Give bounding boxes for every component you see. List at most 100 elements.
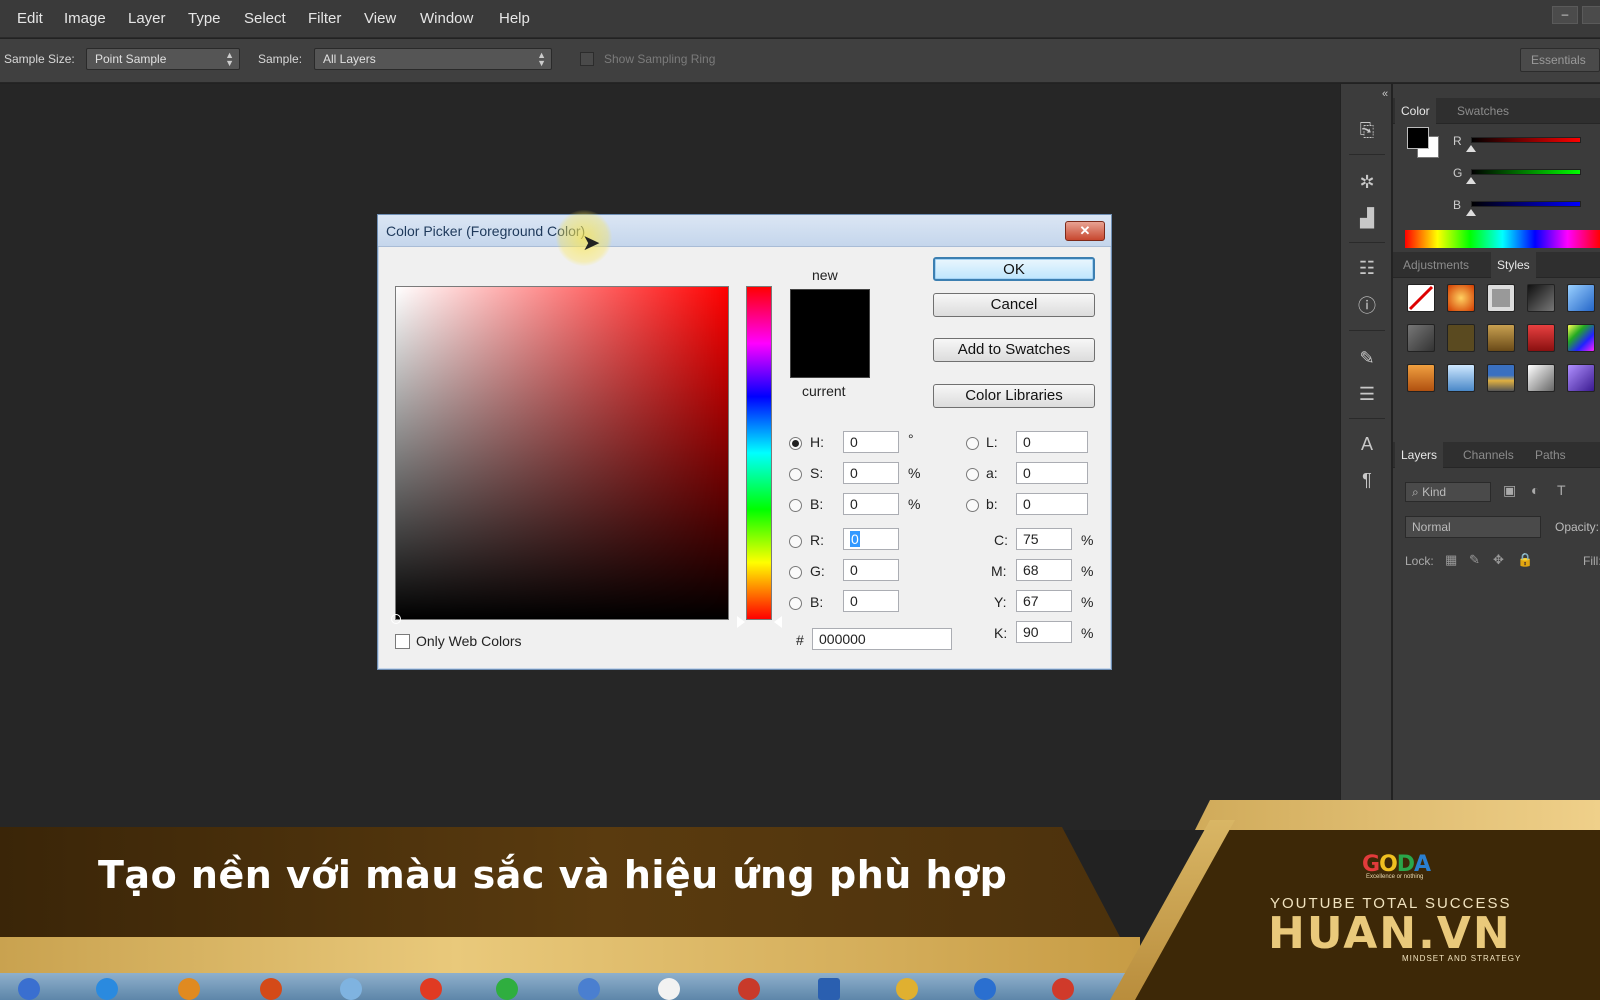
sampling-ring-checkbox[interactable] bbox=[580, 52, 594, 66]
blue-field[interactable]: 0 bbox=[843, 590, 899, 612]
green-field[interactable]: 0 bbox=[843, 559, 899, 581]
brightness-radio[interactable] bbox=[789, 499, 802, 512]
cancel-button[interactable]: Cancel bbox=[933, 293, 1095, 317]
menu-select[interactable]: Select bbox=[244, 10, 286, 27]
style-swatch[interactable] bbox=[1447, 364, 1475, 392]
lab-a-radio[interactable] bbox=[966, 468, 979, 481]
tab-adjustments[interactable]: Adjustments bbox=[1403, 258, 1469, 272]
style-swatch[interactable] bbox=[1527, 364, 1555, 392]
color-libraries-button[interactable]: Color Libraries bbox=[933, 384, 1095, 408]
style-swatch[interactable] bbox=[1407, 364, 1435, 392]
adjust-icon[interactable]: ☰ bbox=[1353, 380, 1381, 408]
style-swatch[interactable] bbox=[1447, 284, 1475, 312]
menu-help[interactable]: Help bbox=[499, 10, 530, 27]
style-swatch[interactable] bbox=[1567, 364, 1595, 392]
layer-filter-select[interactable]: ⌕ Kind bbox=[1405, 482, 1491, 502]
cyan-field[interactable]: 75 bbox=[1016, 528, 1072, 550]
style-swatch[interactable] bbox=[1487, 364, 1515, 392]
taskbar-app-icon[interactable] bbox=[738, 978, 760, 1000]
red-slider[interactable]: R bbox=[1393, 132, 1600, 152]
menu-type[interactable]: Type bbox=[188, 10, 221, 27]
style-swatch[interactable] bbox=[1407, 324, 1435, 352]
style-swatch[interactable] bbox=[1487, 324, 1515, 352]
tab-paths[interactable]: Paths bbox=[1535, 448, 1566, 462]
lab-l-field[interactable]: 0 bbox=[1016, 431, 1088, 453]
menu-view[interactable]: View bbox=[364, 10, 396, 27]
lab-b-field[interactable]: 0 bbox=[1016, 493, 1088, 515]
histogram-icon[interactable]: ▟ bbox=[1353, 204, 1381, 232]
info-icon[interactable]: ⓘ bbox=[1353, 292, 1381, 320]
minimize-icon[interactable]: – bbox=[1552, 6, 1578, 24]
close-icon[interactable]: ✕ bbox=[1065, 221, 1105, 241]
style-swatch[interactable] bbox=[1487, 284, 1515, 312]
hue-slider-left-thumb[interactable] bbox=[737, 616, 745, 628]
lock-brush-icon[interactable]: ✎ bbox=[1469, 552, 1480, 568]
filter-pixel-icon[interactable]: ▣ bbox=[1503, 482, 1516, 499]
taskbar-app-icon[interactable] bbox=[658, 978, 680, 1000]
style-swatch[interactable] bbox=[1527, 284, 1555, 312]
taskbar-app-icon[interactable] bbox=[1052, 978, 1074, 1000]
tab-swatches[interactable]: Swatches bbox=[1457, 104, 1509, 118]
style-swatch[interactable] bbox=[1407, 284, 1435, 312]
taskbar-app-icon[interactable] bbox=[420, 978, 442, 1000]
taskbar-app-icon[interactable] bbox=[340, 978, 362, 1000]
lab-b-radio[interactable] bbox=[966, 499, 979, 512]
style-swatch[interactable] bbox=[1527, 324, 1555, 352]
style-swatch[interactable] bbox=[1447, 324, 1475, 352]
taskbar-app-icon[interactable] bbox=[178, 978, 200, 1000]
filter-type-icon[interactable]: T bbox=[1557, 482, 1566, 498]
sample-size-select[interactable]: Point Sample ▲ ▼ bbox=[86, 48, 240, 70]
brightness-field[interactable]: 0 bbox=[843, 493, 899, 515]
green-slider[interactable]: G bbox=[1393, 164, 1600, 184]
brushes-icon[interactable]: ✎ bbox=[1353, 344, 1381, 372]
taskbar-app-icon[interactable] bbox=[896, 978, 918, 1000]
character-icon[interactable]: A bbox=[1353, 430, 1381, 458]
taskbar-app-icon[interactable] bbox=[578, 978, 600, 1000]
color-spectrum-bar[interactable] bbox=[1405, 230, 1600, 248]
tab-layers[interactable]: Layers bbox=[1395, 442, 1444, 468]
add-to-swatches-button[interactable]: Add to Swatches bbox=[933, 338, 1095, 362]
blue-radio[interactable] bbox=[789, 597, 802, 610]
hue-slider[interactable] bbox=[746, 286, 772, 620]
workspace-switcher[interactable]: Essentials bbox=[1520, 48, 1600, 72]
blue-slider[interactable]: B bbox=[1393, 196, 1600, 216]
filter-adjustment-icon[interactable]: ◐ bbox=[1531, 482, 1539, 498]
menu-image[interactable]: Image bbox=[64, 10, 106, 27]
brush-settings-icon[interactable]: ✲ bbox=[1353, 168, 1381, 196]
menu-filter[interactable]: Filter bbox=[308, 10, 341, 27]
style-swatch[interactable] bbox=[1567, 284, 1595, 312]
hue-field[interactable]: 0 bbox=[843, 431, 899, 453]
style-swatch[interactable] bbox=[1567, 324, 1595, 352]
properties-icon[interactable]: ☷ bbox=[1353, 254, 1381, 282]
yellow-field[interactable]: 67 bbox=[1016, 590, 1072, 612]
lock-pixels-icon[interactable]: ▦ bbox=[1445, 552, 1457, 568]
tab-color[interactable]: Color bbox=[1395, 98, 1436, 124]
current-color-swatch[interactable] bbox=[790, 334, 870, 378]
tab-styles[interactable]: Styles bbox=[1491, 252, 1536, 278]
taskbar-app-icon[interactable] bbox=[818, 978, 840, 1000]
red-radio[interactable] bbox=[789, 535, 802, 548]
start-icon[interactable] bbox=[18, 978, 40, 1000]
saturation-radio[interactable] bbox=[789, 468, 802, 481]
lab-l-radio[interactable] bbox=[966, 437, 979, 450]
tab-channels[interactable]: Channels bbox=[1463, 448, 1514, 462]
hue-radio[interactable] bbox=[789, 437, 802, 450]
taskbar-app-icon[interactable] bbox=[260, 978, 282, 1000]
menu-window[interactable]: Window bbox=[420, 10, 473, 27]
lock-all-icon[interactable]: 🔒 bbox=[1517, 552, 1533, 568]
lab-a-field[interactable]: 0 bbox=[1016, 462, 1088, 484]
blend-mode-select[interactable]: Normal bbox=[1405, 516, 1541, 538]
taskbar-app-icon[interactable] bbox=[96, 978, 118, 1000]
saturation-field[interactable]: 0 bbox=[843, 462, 899, 484]
menu-edit[interactable]: Edit bbox=[17, 10, 43, 27]
color-field[interactable] bbox=[391, 286, 729, 624]
red-field[interactable]: 0 bbox=[843, 528, 899, 550]
hue-slider-right-thumb[interactable] bbox=[774, 616, 782, 628]
taskbar-app-icon[interactable] bbox=[974, 978, 996, 1000]
history-icon[interactable]: ⎘ bbox=[1353, 116, 1381, 144]
sample-select[interactable]: All Layers ▲ ▼ bbox=[314, 48, 552, 70]
lock-move-icon[interactable]: ✥ bbox=[1493, 552, 1504, 568]
dialog-titlebar[interactable]: Color Picker (Foreground Color) ✕ bbox=[378, 215, 1111, 247]
black-field[interactable]: 90 bbox=[1016, 621, 1072, 643]
taskbar-app-icon[interactable] bbox=[496, 978, 518, 1000]
